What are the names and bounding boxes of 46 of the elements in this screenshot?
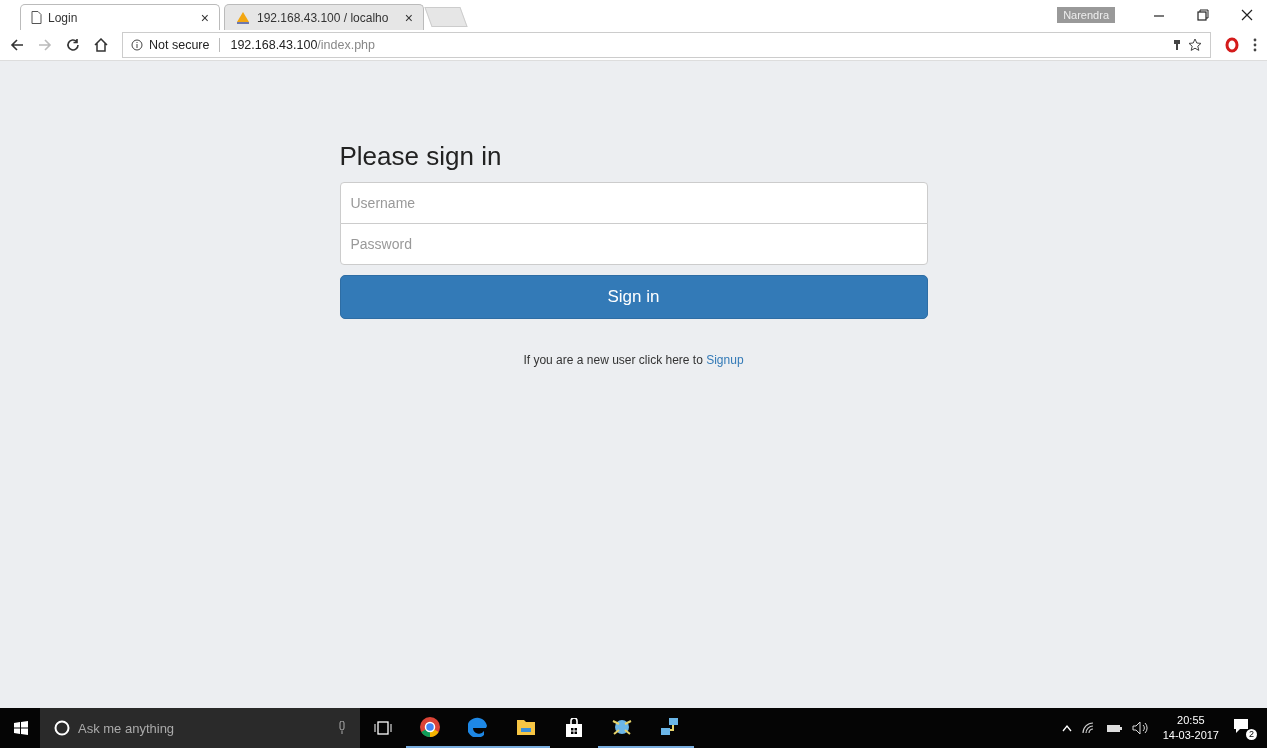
page-icon xyxy=(31,11,42,24)
security-label: Not secure xyxy=(149,38,210,52)
restore-icon[interactable] xyxy=(1197,9,1209,21)
network-globe-icon[interactable] xyxy=(611,717,633,737)
close-tab-button[interactable]: × xyxy=(200,9,209,26)
form-heading: Please sign in xyxy=(339,141,503,172)
chevron-up-icon[interactable] xyxy=(1061,724,1072,732)
cortana-icon xyxy=(54,720,70,736)
clock-time[interactable]: 20:55 xyxy=(1177,713,1205,728)
info-icon xyxy=(131,39,143,51)
search-field[interactable]: Ask me anything xyxy=(40,708,360,748)
back-icon[interactable] xyxy=(10,38,24,52)
reload-icon[interactable] xyxy=(66,38,80,52)
key-icon[interactable] xyxy=(1172,39,1182,51)
input-field[interactable]: Password xyxy=(339,223,928,265)
wifi-icon[interactable] xyxy=(1081,722,1096,734)
sailboat-icon xyxy=(235,10,251,25)
star-icon[interactable] xyxy=(1188,38,1202,52)
signup-link[interactable]: Signup xyxy=(706,353,744,367)
windows-start-icon[interactable] xyxy=(14,721,28,735)
battery-icon[interactable] xyxy=(1105,723,1122,733)
edge-icon[interactable] xyxy=(468,717,488,737)
search-placeholder: Ask me anything xyxy=(78,720,175,736)
computers-icon[interactable] xyxy=(660,717,680,737)
opera-icon[interactable] xyxy=(1225,37,1239,53)
sign-in-button[interactable]: Sign in xyxy=(339,275,928,319)
browser-tab[interactable]: Login × xyxy=(20,4,220,30)
url-text: 192.168.43.100/index.php xyxy=(230,38,376,52)
close-icon[interactable] xyxy=(1241,9,1253,21)
browser-tab[interactable]: 192.168.43.100 / localho × xyxy=(224,4,424,30)
input-field[interactable]: Username xyxy=(339,182,928,224)
clock-date[interactable]: 14-03-2017 xyxy=(1162,728,1219,743)
chrome-icon[interactable] xyxy=(419,716,441,738)
signup-prompt: If you are a new user click here to xyxy=(523,353,703,367)
task-view-icon[interactable] xyxy=(374,721,392,735)
shopping-bag-icon[interactable] xyxy=(565,718,583,738)
address-bar[interactable]: Not secure 192.168.43.100/index.php xyxy=(122,32,1211,58)
folder-icon[interactable] xyxy=(516,718,536,736)
microphone-icon[interactable] xyxy=(338,721,346,735)
speaker-icon[interactable] xyxy=(1131,721,1150,735)
home-icon[interactable] xyxy=(94,38,108,52)
tab-title: 192.168.43.100 / localho xyxy=(257,10,390,25)
menu-icon[interactable] xyxy=(1253,38,1257,52)
notification-count: 2 xyxy=(1246,729,1257,740)
close-tab-button[interactable]: × xyxy=(404,9,413,26)
tab-title: Login xyxy=(48,10,79,25)
